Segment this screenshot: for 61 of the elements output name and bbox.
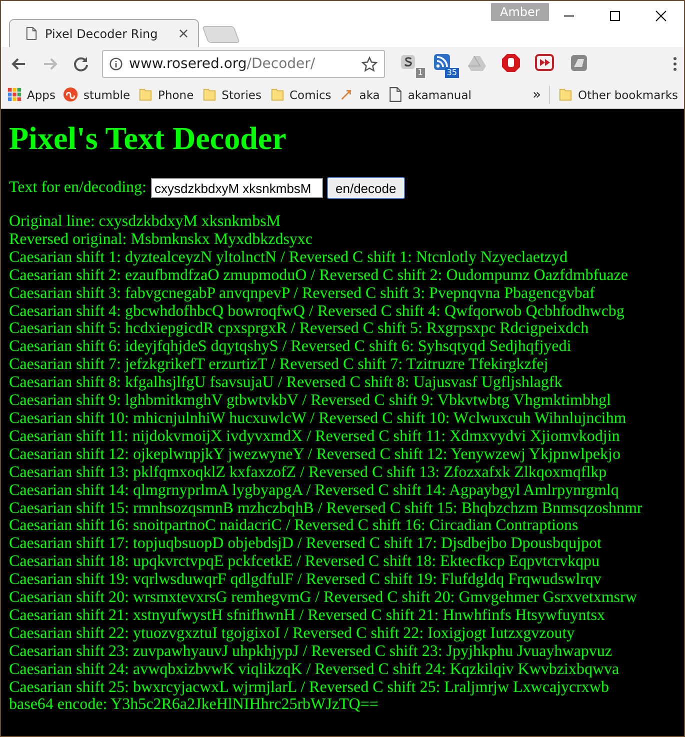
folder-icon: [138, 87, 154, 102]
output-line: Caesarian shift 19: vqrlwsduwqrF qdlgdfulF / Reversed C shift 19: Flufdgldq Frqwudswlrqv: [9, 571, 602, 590]
output-line: Caesarian shift 4: gbcwhdofhbcQ bowroqfwQ / Reversed C shift 4: Qwfqorwob Qcbhfodhwcbg: [9, 302, 626, 320]
more-bookmarks-chevron[interactable]: »: [532, 86, 542, 102]
output-line: Caesarian shift 18: upqkvrctvpqE pckfcetkE / Reversed C shift 18: Ektecfkcp Eqpvtcrvkqpu: [9, 553, 601, 572]
output-line: Caesarian shift 15: rmnhsozqsmnB mzhczbqhB / Reversed C shift 15: Bhqbzchzm Bnmsqzoshnmr: [9, 500, 644, 518]
apps-grid-icon: [7, 87, 22, 102]
bookmark[interactable]: Comics: [270, 87, 332, 102]
close-tab-icon[interactable]: [179, 29, 188, 38]
page-icon: [26, 27, 37, 40]
folder-icon: [202, 87, 217, 102]
other-bookmarks[interactable]: Other bookmarks: [558, 87, 678, 102]
bookmark[interactable]: Apps: [7, 87, 56, 102]
bookmark[interactable]: aka: [339, 87, 380, 102]
output-line: Caesarian shift 1: dyztealceyzN yltolnctN / Reversed C shift 1: Ntcnlotly Nzyeclaetzyd: [9, 248, 568, 267]
output-line: Caesarian shift 11: nijdokvmoijX ivdyvxmdX / Reversed C shift 11: Xdmxvydvi Xjiomvkodjin: [9, 428, 621, 446]
output-line: Caesarian shift 12: ojkeplwnpjkY jwezwyneY / Reversed C shift 12: Yenywzewj Ykjpnwlpekjo: [9, 446, 622, 464]
output-line: Caesarian shift 7: jefzkgrikefT erzurtizT / Reversed C shift 7: Tzitruzre Tfekirgkzfej: [9, 356, 550, 374]
bookmark[interactable]: Phone: [138, 87, 194, 102]
url-text: www.rosered.org/Decoder/: [129, 56, 316, 72]
bookmark-star-icon[interactable]: [361, 56, 378, 72]
output-line: Caesarian shift 22: ytuozvgxztuI tgojgixoI / Reversed C shift 22: Ioxigjogt Iutzxgvzouty: [9, 624, 576, 643]
page-icon: [388, 87, 403, 102]
square-extension-icon[interactable]: [569, 53, 589, 73]
output-line: Caesarian shift 13: pklfqmxoqklZ kxfaxzofZ / Reversed C shift 13: Zfozxafxk Zlkqoxmqflkp: [9, 464, 608, 482]
output-line: Caesarian shift 10: mhicnjulnhiW hucxuwlcW / Reversed C shift 10: Wclwuxcuh Wihnlujncihm: [9, 410, 628, 428]
output-line: Caesarian shift 14: qlmgrnyprlmA lygbyapgA / Reversed C shift 14: Agpaybgyl Amlrpynrgmlq: [9, 482, 620, 500]
address-bar[interactable]: www.rosered.org/Decoder/: [102, 50, 385, 78]
bookmark[interactable]: stumble: [63, 87, 130, 102]
folder-icon: [558, 87, 574, 102]
output-line: Caesarian shift 20: wrsmxtevxrsG remhegvmG / Reversed C shift 20: Gmvgehmer Gsrxvetxmsrw: [9, 589, 638, 607]
output-line: Caesarian shift 23: zuvpawhyauvJ uhpkhjypJ / Reversed C shift 23: Jpyjhkphu Jvuayhwapvuz: [9, 642, 614, 661]
output-line: Caesarian shift 17: topjuqbsuopD objebdsjD / Reversed C shift 17: Djsdbejbo Dpousbqujpot: [9, 535, 602, 554]
output-line: Caesarian shift 9: lghbmitkmghV gtbwtvkbV / Reversed C shift 9: Vbkvtwbtg Vhgmktimbhgl: [9, 392, 612, 410]
output-line: Caesarian shift 25: bwxrcyjacwxL wjrmjlarL / Reversed C shift 25: Lraljmrjw Lxwcajycrxwb: [9, 678, 610, 696]
output-line: Caesarian shift 3: fabvgcnegabP anvqnpevP / Reversed C shift 3: Pvepnqvna Pbagencgvbaf: [9, 284, 596, 303]
output-line: Caesarian shift 16: snoitpartnoC naidacriC / Reversed C shift 16: Circadian Contraptions: [9, 517, 580, 536]
output-line: Caesarian shift 6: ideyjfqhjdeS dqytqshyS / Reversed C shift 6: Syhsqtyqd Sedjhqfjyedi: [9, 338, 572, 356]
browser-tab[interactable]: Pixel Decoder Ring: [9, 19, 199, 47]
stop-hand-icon[interactable]: [501, 53, 521, 73]
output-line: Caesarian shift 8: kfgalhsjlfgU fsavsujaU / Reversed C shift 8: Uajusvasf Ugfljshlagfk: [9, 374, 564, 392]
bookmark[interactable]: Stories: [202, 87, 262, 102]
decode-button[interactable]: en/decode: [326, 177, 406, 199]
output-line: Caesarian shift 2: ezaufbmdfzaO zmupmoduO / Reversed C shift 2: Oudompumz Oazfdmbfuaze: [9, 266, 629, 285]
menu-icon[interactable]: [672, 55, 678, 73]
text-input[interactable]: cxysdzkbdxyM xksnkmbsM: [150, 178, 322, 198]
fast-forward-icon[interactable]: [535, 53, 555, 73]
stumble-icon: [63, 87, 78, 102]
output-line: Original line: cxysdzkbdxyM xksnkmbsM: [9, 213, 282, 231]
output-line: Caesarian shift 5: hcdxiepgicdR cpxsprgxR / Reversed C shift 5: Rxgrpsxpc Rdcigpeixdch: [9, 320, 590, 338]
field-label: Text for en/decoding:: [9, 179, 146, 197]
output-line: Reversed original: Msbmknskx Myxdbkzdsyxc: [9, 230, 314, 249]
output-line: Caesarian shift 21: xstnyufwystH sfnifhwnH / Reversed C shift 21: Hnwhfinfs Htsywfuyntsx: [9, 606, 606, 625]
output-line: Caesarian shift 24: avwqbxizbvwK viqlikzqK / Reversed C shift 24: Kqzkilqiv Kwvbzixbqwva: [9, 660, 620, 679]
info-icon[interactable]: [109, 57, 123, 71]
extension-badge: 1: [416, 68, 425, 78]
bookmark[interactable]: akamanual: [388, 87, 472, 102]
folder-icon: [270, 87, 284, 102]
extension-badge: 35: [444, 68, 459, 78]
output-line: base64 encode: Y3h5c2R6a2JkeHlNIHhrc25rbWJzTQ==: [9, 696, 380, 714]
page-heading: Pixel's Text Decoder: [9, 120, 288, 157]
